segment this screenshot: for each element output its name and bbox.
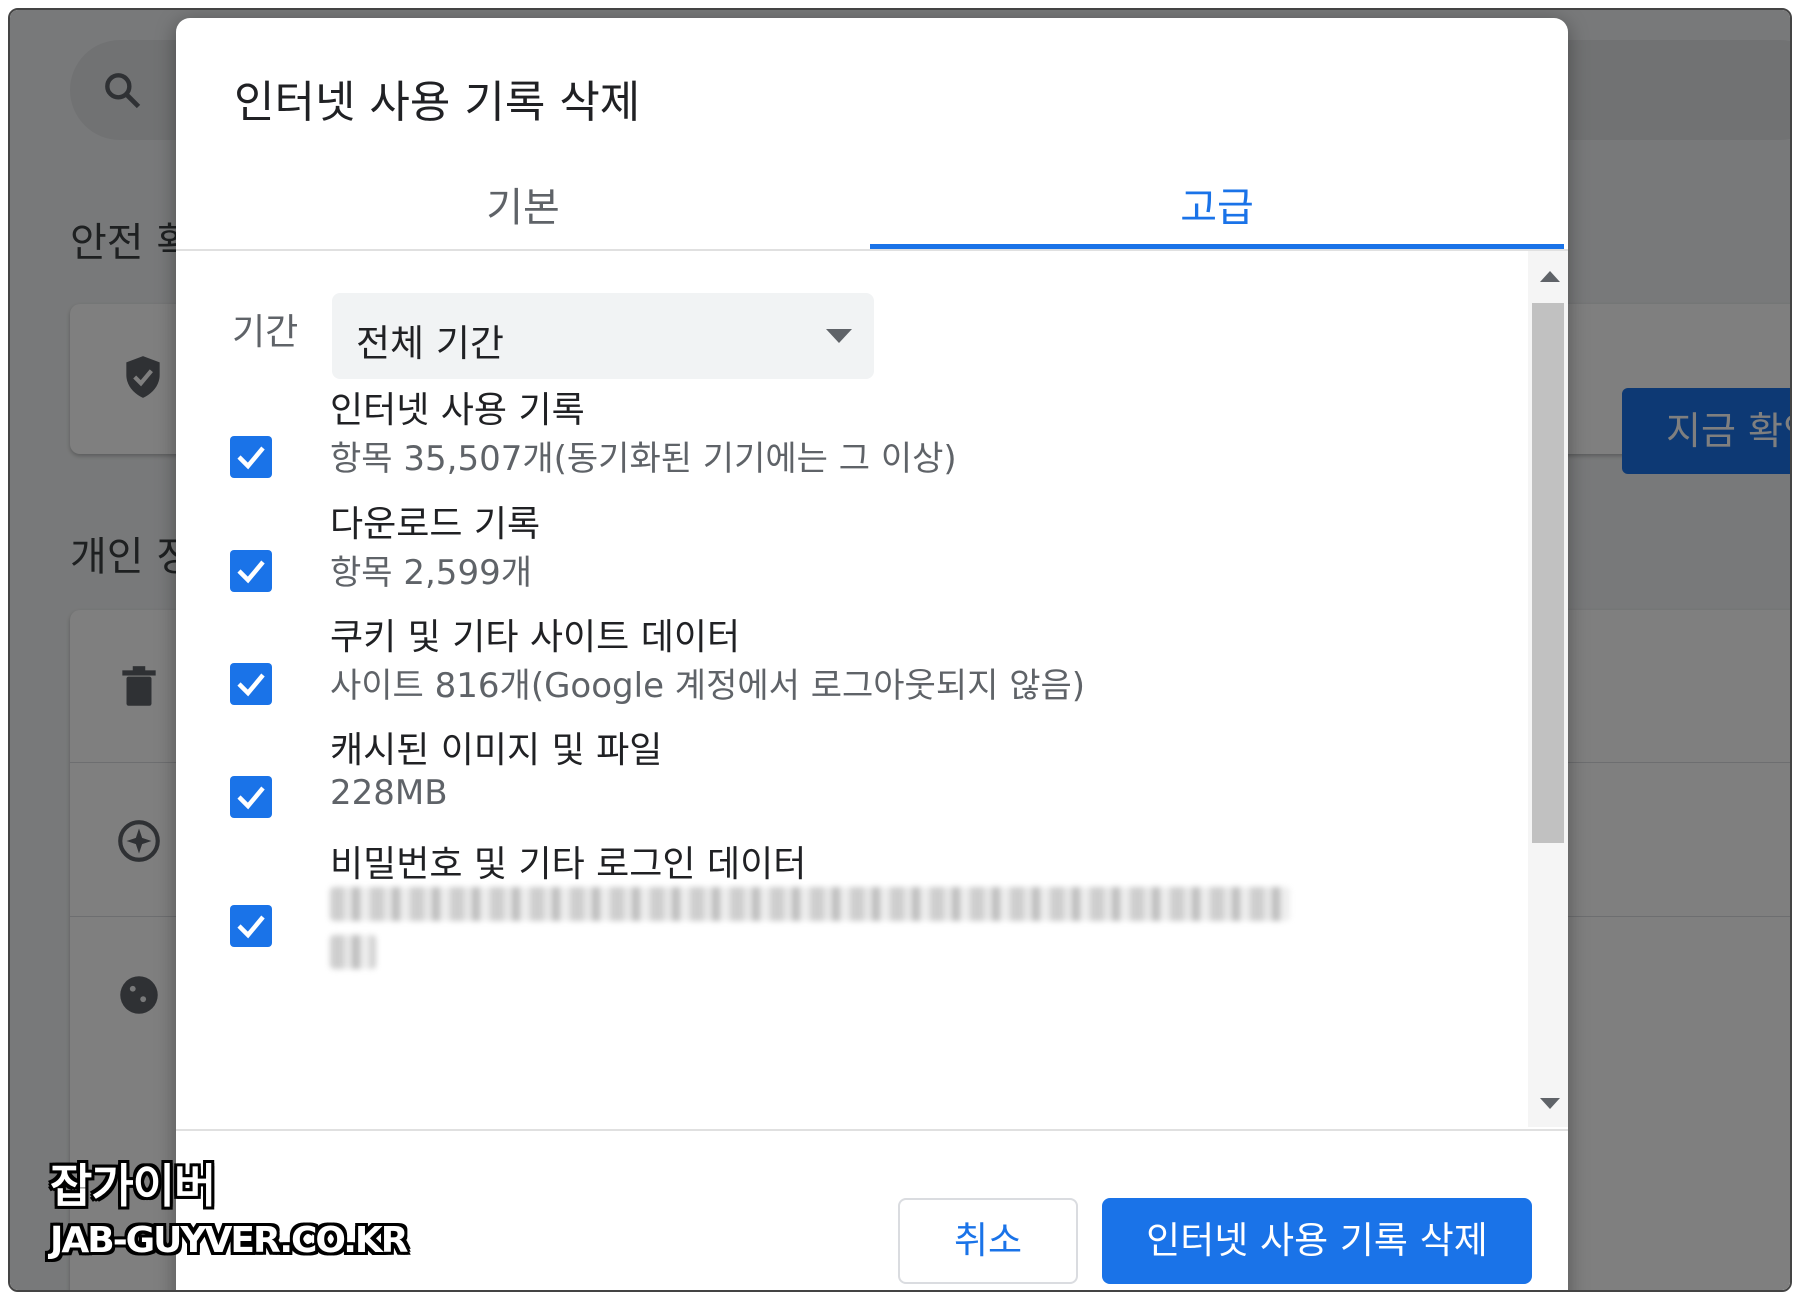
browsing-history-count: 항목 35,507개(동기화된 기기에는 그 이상)	[330, 439, 957, 479]
cached-files-size: 228MB	[330, 773, 448, 813]
checkmark-icon	[237, 446, 265, 470]
checkmark-icon	[237, 915, 265, 939]
download-history-count: 항목 2,599개	[330, 553, 532, 593]
checkmark-icon	[237, 560, 265, 584]
screenshot-frame: 안전 확 지금 확인 개인 정	[8, 8, 1792, 1292]
option-passwords[interactable]: 비밀번호 및 기타 로그인 데이터	[176, 835, 1528, 995]
watermark-url: JAB-GUYVER.CO.KR	[50, 1220, 409, 1261]
download-history-checkbox[interactable]	[230, 550, 272, 592]
time-range-value: 전체 기간	[356, 322, 504, 365]
tab-advanced[interactable]: 고급	[870, 168, 1564, 248]
option-browsing-history[interactable]: 인터넷 사용 기록 항목 35,507개(동기화된 기기에는 그 이상)	[176, 381, 1528, 501]
cached-files-checkbox[interactable]	[230, 776, 272, 818]
dialog-scrollbar[interactable]	[1528, 251, 1568, 1127]
blurred-password-details	[330, 887, 1290, 921]
browsing-history-checkbox[interactable]	[230, 436, 272, 478]
cookies-count: 사이트 816개(Google 계정에서 로그아웃되지 않음)	[330, 666, 1086, 706]
tab-basic[interactable]: 기본	[176, 168, 870, 248]
dialog-content: 기간 전체 기간 인터넷 사용 기록 항목 35,507개(동기화된 기기에는 …	[176, 251, 1528, 1127]
cookies-checkbox[interactable]	[230, 663, 272, 705]
blurred-password-details	[330, 935, 376, 969]
cached-files-title: 캐시된 이미지 및 파일	[330, 730, 663, 771]
dialog-title: 인터넷 사용 기록 삭제	[234, 77, 641, 128]
cookies-title: 쿠키 및 기타 사이트 데이터	[330, 617, 741, 658]
cancel-button[interactable]: 취소	[898, 1198, 1078, 1284]
passwords-title: 비밀번호 및 기타 로그인 데이터	[330, 844, 807, 885]
option-cached-files[interactable]: 캐시된 이미지 및 파일 228MB	[176, 721, 1528, 841]
clear-data-button[interactable]: 인터넷 사용 기록 삭제	[1102, 1198, 1532, 1284]
dropdown-arrow-icon	[826, 329, 852, 343]
download-history-title: 다운로드 기록	[330, 504, 541, 545]
option-cookies[interactable]: 쿠키 및 기타 사이트 데이터 사이트 816개(Google 계정에서 로그아…	[176, 608, 1528, 728]
scroll-up-arrow-icon[interactable]	[1540, 271, 1560, 282]
footer-divider	[176, 1129, 1568, 1131]
checkmark-icon	[237, 673, 265, 697]
time-range-select[interactable]: 전체 기간	[332, 293, 874, 379]
clear-browsing-data-dialog: 인터넷 사용 기록 삭제 기본 고급 기간 전체 기간 인터넷 사용 기록 항목…	[176, 18, 1568, 1290]
watermark-brand: 잡가이버	[50, 1159, 216, 1213]
option-download-history[interactable]: 다운로드 기록 항목 2,599개	[176, 495, 1528, 615]
checkmark-icon	[237, 786, 265, 810]
passwords-checkbox[interactable]	[230, 905, 272, 947]
site-watermark: 잡가이버 JAB-GUYVER.CO.KR	[50, 1150, 409, 1261]
scrollbar-thumb[interactable]	[1532, 303, 1564, 843]
time-range-label: 기간	[232, 312, 299, 353]
browsing-history-title: 인터넷 사용 기록	[330, 390, 585, 431]
scroll-down-arrow-icon[interactable]	[1540, 1098, 1560, 1109]
